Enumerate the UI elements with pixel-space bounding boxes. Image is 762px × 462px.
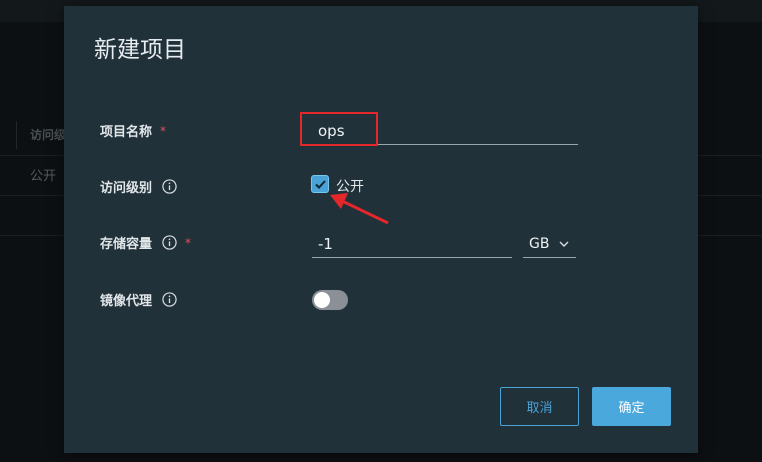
storage-label: 存储容量	[100, 237, 153, 252]
dialog-title: 新建项目	[94, 37, 186, 63]
access-level-label-group: 访问级别	[100, 177, 177, 196]
toggle-knob	[314, 292, 330, 308]
storage-quota-input[interactable]	[312, 230, 512, 258]
info-icon[interactable]	[162, 235, 177, 250]
proxy-cache-label-group: 镜像代理	[100, 290, 177, 309]
required-mark: *	[185, 235, 192, 250]
required-mark: *	[160, 123, 167, 138]
checkmark-icon	[314, 179, 326, 189]
proxy-cache-toggle[interactable]	[312, 290, 348, 310]
annotation-highlight-box	[300, 112, 378, 146]
annotation-arrow	[330, 193, 389, 225]
proxy-cache-label: 镜像代理	[100, 294, 153, 309]
access-level-label: 访问级别	[100, 181, 153, 196]
confirm-button[interactable]: 确定	[592, 387, 671, 426]
storage-label-group: 存储容量 *	[100, 233, 191, 252]
storage-unit-select[interactable]: GB	[523, 230, 576, 258]
info-icon[interactable]	[162, 292, 177, 307]
cancel-button[interactable]: 取消	[500, 387, 579, 426]
project-name-label: 项目名称	[100, 125, 153, 140]
new-project-dialog: 新建项目 项目名称 * 访问级别 公开 存储容量 *	[64, 6, 698, 453]
info-icon[interactable]	[162, 179, 177, 194]
project-name-label-group: 项目名称 *	[100, 121, 167, 141]
chevron-down-icon	[559, 241, 569, 247]
storage-unit-value: GB	[529, 235, 550, 252]
